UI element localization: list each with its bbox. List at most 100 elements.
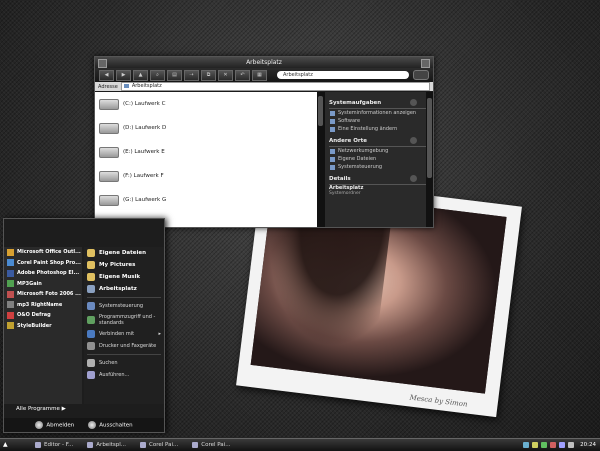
system-tray: 20:24	[520, 439, 600, 451]
my-music-item[interactable]: Eigene Musik	[84, 271, 164, 283]
drive-item[interactable]: (F:) Laufwerk F	[95, 164, 317, 188]
drive-item[interactable]: (D:) Laufwerk D	[95, 116, 317, 140]
window-menu-icon[interactable]	[98, 59, 107, 68]
pinned-item[interactable]: O&O Defrag	[4, 310, 82, 321]
pinned-item[interactable]: Adobe Photoshop El...	[4, 268, 82, 279]
other-places-header[interactable]: Andere Orte	[329, 136, 429, 147]
pinned-label: Adobe Photoshop El...	[17, 270, 80, 277]
copy-button[interactable]: ⧉	[201, 69, 216, 81]
taskbar-item[interactable]: Corel Pai...	[136, 441, 182, 450]
item-label: Verbinden mit	[99, 331, 135, 337]
connect-to-item[interactable]: Verbinden mit ▸	[84, 328, 164, 340]
tray-app-icon[interactable]	[541, 442, 548, 448]
delete-button[interactable]: ✕	[218, 69, 233, 81]
details-header[interactable]: Details	[329, 174, 429, 185]
taskbar-item[interactable]: Corel Pai...	[188, 441, 234, 450]
search-button[interactable]: ⌕	[150, 69, 165, 81]
folder-icon	[87, 273, 95, 281]
start-button[interactable]: ▲	[3, 441, 25, 450]
move-button[interactable]: ⇢	[184, 69, 199, 81]
item-label: Suchen	[99, 360, 118, 366]
program-access-item[interactable]: Programmzugriff und -standards	[84, 312, 164, 328]
go-button[interactable]	[413, 70, 429, 80]
system-tasks-header[interactable]: Systemaufgaben	[329, 98, 429, 109]
tray-volume-icon[interactable]	[532, 442, 539, 448]
clock[interactable]: 20:24	[580, 442, 596, 448]
pinned-item[interactable]: Microsoft Office Outl...	[4, 247, 82, 258]
forward-button[interactable]: ▶	[116, 69, 131, 81]
system-info-link[interactable]: Systeminformationen anzeigen	[329, 109, 429, 117]
item-label: Eigene Musik	[99, 274, 141, 280]
scrollbar-thumb[interactable]	[427, 98, 432, 178]
task-label: Corel Pai...	[201, 441, 231, 448]
control-panel-icon	[87, 302, 95, 310]
pinned-label: StyleBuilder	[17, 322, 52, 329]
taskbar-item[interactable]: Editor - F...	[31, 441, 77, 450]
separator	[87, 354, 161, 355]
taskbar-item[interactable]: Arbeitspl...	[83, 441, 130, 450]
pinned-item[interactable]: Corel Paint Shop Pro...	[4, 258, 82, 269]
start-menu: Microsoft Office Outl... Corel Paint Sho…	[3, 218, 165, 433]
scrollbar-thumb[interactable]	[318, 96, 323, 126]
pinned-label: mp3 RightName	[17, 301, 63, 308]
window-titlebar[interactable]: Arbeitsplatz	[95, 57, 433, 68]
views-button[interactable]: ▦	[252, 69, 267, 81]
program-icon	[7, 248, 14, 256]
item-label: Eigene Dateien	[99, 250, 147, 256]
pinned-label: Corel Paint Shop Pro...	[17, 259, 81, 266]
folders-button[interactable]: ▤	[167, 69, 182, 81]
back-button[interactable]: ◀	[99, 69, 114, 81]
control-panel-item[interactable]: Systemsteuerung	[84, 300, 164, 312]
program-icon	[7, 269, 14, 277]
up-button[interactable]: ▲	[133, 69, 148, 81]
tray-misc-icon[interactable]	[568, 442, 575, 448]
tray-security-icon[interactable]	[550, 442, 557, 448]
control-panel-link[interactable]: Systemsteuerung	[329, 163, 429, 171]
search-item[interactable]: Suchen	[84, 357, 164, 369]
tray-network-icon[interactable]	[523, 442, 530, 448]
run-item[interactable]: Ausführen...	[84, 369, 164, 381]
printer-icon	[87, 342, 95, 350]
program-icon	[7, 280, 14, 288]
drive-item[interactable]: (G:) Laufwerk G	[95, 188, 317, 212]
task-label: Corel Pai...	[149, 441, 179, 448]
software-link[interactable]: Software	[329, 117, 429, 125]
window-content: (C:) Laufwerk C (D:) Laufwerk D (E:) Lau…	[95, 92, 433, 227]
tray-messenger-icon[interactable]	[559, 442, 566, 448]
explorer-window[interactable]: Arbeitsplatz ◀ ▶ ▲ ⌕ ▤ ⇢ ⧉ ✕ ↶ ▦ Arbeits…	[94, 56, 434, 228]
window-title: Arbeitsplatz	[246, 59, 282, 66]
pinned-item[interactable]: mp3 RightName	[4, 300, 82, 311]
pinned-item[interactable]: Microsoft Foto 2006 ...	[4, 289, 82, 300]
my-computer-item[interactable]: Arbeitsplatz	[84, 283, 164, 295]
my-documents-link[interactable]: Eigene Dateien	[329, 155, 429, 163]
drive-item[interactable]: (E:) Laufwerk E	[95, 140, 317, 164]
content-scrollbar[interactable]	[317, 92, 325, 227]
photo-signature: Mesca by Simon	[409, 393, 468, 409]
change-setting-link[interactable]: Eine Einstellung ändern	[329, 125, 429, 133]
my-pictures-item[interactable]: My Pictures	[84, 259, 164, 271]
pinned-item[interactable]: MP3Gain	[4, 279, 82, 290]
notepad-icon	[35, 442, 41, 448]
drive-label: (D:) Laufwerk D	[123, 125, 167, 131]
task-pane-scrollbar[interactable]	[426, 92, 433, 227]
network-link[interactable]: Netzwerkumgebung	[329, 147, 429, 155]
program-icon	[7, 290, 14, 298]
item-label: Programmzugriff und -standards	[99, 314, 156, 326]
item-label: Systemsteuerung	[99, 303, 144, 309]
computer-icon	[87, 442, 94, 448]
address-input[interactable]: Arbeitsplatz	[120, 82, 430, 91]
pinned-item[interactable]: StyleBuilder	[4, 321, 82, 332]
undo-button[interactable]: ↶	[235, 69, 250, 81]
hard-drive-icon	[99, 122, 119, 134]
my-documents-item[interactable]: Eigene Dateien	[84, 247, 164, 259]
logoff-button[interactable]: Abmelden	[35, 421, 74, 429]
drive-item[interactable]: (C:) Laufwerk C	[95, 92, 317, 116]
printers-item[interactable]: Drucker und Faxgeräte	[84, 340, 164, 352]
search-input[interactable]: Arbeitsplatz	[277, 71, 409, 79]
pinned-label: MP3Gain	[17, 280, 42, 287]
hard-drive-icon	[99, 194, 119, 206]
close-icon[interactable]	[421, 59, 430, 68]
all-programs-button[interactable]: Alle Programme ▶	[16, 406, 66, 412]
drive-label: (C:) Laufwerk C	[123, 101, 166, 107]
shutdown-button[interactable]: Ausschalten	[88, 421, 133, 429]
